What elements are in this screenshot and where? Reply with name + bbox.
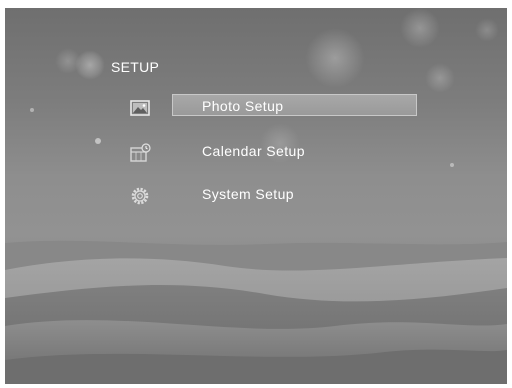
setup-glow-icon [75, 50, 105, 80]
menu-item-calendar-setup[interactable]: Calendar Setup [5, 139, 507, 167]
menu-item-label: Photo Setup [202, 98, 284, 114]
gear-icon [131, 187, 149, 205]
page-title: SETUP [111, 59, 160, 75]
menu-item-label: Calendar Setup [202, 143, 305, 159]
menu-item-system-setup[interactable]: System Setup [5, 182, 507, 210]
menu-item-label: System Setup [202, 186, 294, 202]
photo-icon [130, 100, 150, 116]
setup-screen: SETUP Photo Setup Calendar Setup System … [5, 8, 507, 384]
calendar-icon [130, 143, 151, 162]
menu-item-photo-setup[interactable]: Photo Setup [5, 94, 507, 122]
